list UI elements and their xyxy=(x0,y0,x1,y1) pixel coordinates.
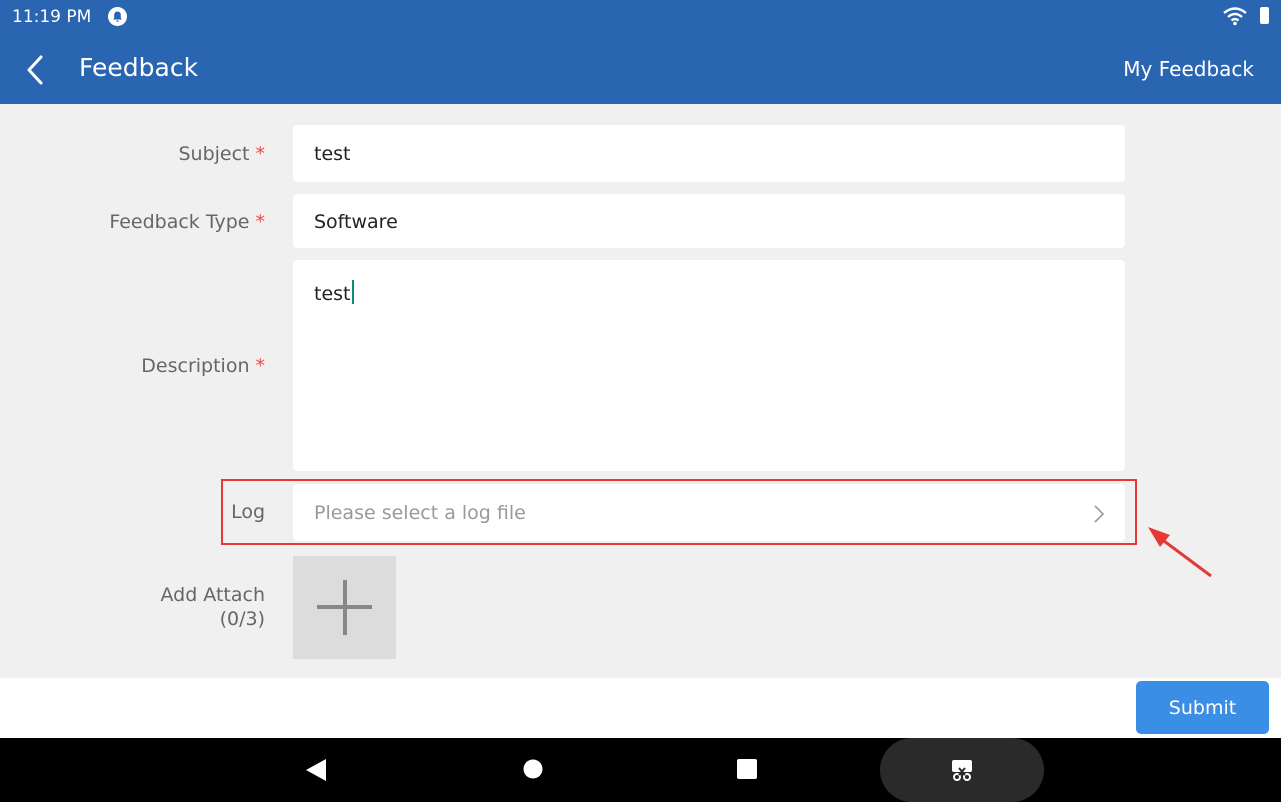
subject-input[interactable]: test xyxy=(293,125,1125,182)
attach-count: (0/3) xyxy=(219,608,265,630)
annotation-highlight-box xyxy=(221,479,1137,545)
screenshot-icon xyxy=(950,758,974,786)
my-feedback-button[interactable]: My Feedback xyxy=(1123,57,1254,81)
wifi-icon xyxy=(1222,6,1248,30)
app-bar: Feedback My Feedback xyxy=(0,36,1281,104)
battery-icon xyxy=(1260,7,1269,24)
system-nav-bar xyxy=(0,738,1281,802)
description-textarea[interactable]: test xyxy=(293,260,1125,471)
nav-recents-icon[interactable] xyxy=(737,759,757,783)
status-time: 11:19 PM xyxy=(12,7,92,27)
required-mark: * xyxy=(255,355,266,377)
nav-home-icon[interactable] xyxy=(523,759,543,783)
nav-back-icon[interactable] xyxy=(306,759,326,785)
required-mark: * xyxy=(255,211,266,233)
description-label: Description * xyxy=(141,355,266,377)
back-arrow-icon[interactable] xyxy=(22,52,50,88)
subject-value: test xyxy=(314,143,351,165)
status-bar: 11:19 PM xyxy=(0,0,1281,36)
submit-button[interactable]: Submit xyxy=(1136,681,1269,734)
text-cursor xyxy=(351,280,354,304)
notification-icon xyxy=(108,7,127,26)
description-value: test xyxy=(314,283,351,305)
add-attach-label: Add Attach (0/3) xyxy=(25,583,265,631)
page-title: Feedback xyxy=(79,53,199,82)
annotation-arrow-icon xyxy=(1140,518,1216,584)
screenshot-tool[interactable] xyxy=(880,738,1044,802)
feedback-type-value: Software xyxy=(314,211,398,233)
feedback-type-select[interactable]: Software xyxy=(293,194,1125,248)
footer-area xyxy=(0,678,1281,738)
add-attachment-button[interactable] xyxy=(293,556,396,659)
required-mark: * xyxy=(255,143,266,165)
plus-icon xyxy=(317,580,372,635)
subject-label: Subject * xyxy=(178,143,266,165)
feedback-type-label: Feedback Type * xyxy=(109,211,266,233)
